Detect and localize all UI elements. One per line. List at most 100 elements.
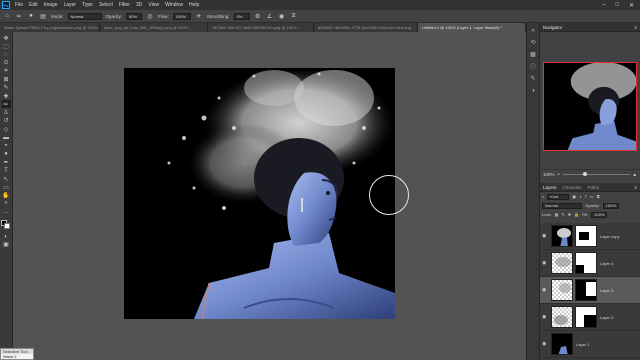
filter-shape-icon[interactable]: ▭: [590, 194, 594, 199]
document-canvas[interactable]: [124, 68, 395, 319]
blend-mode-select[interactable]: Normal: [542, 202, 582, 209]
eraser-tool-icon[interactable]: ◇: [2, 125, 11, 133]
canvas-area[interactable]: [13, 32, 526, 348]
layer-name[interactable]: Layer copy: [600, 234, 620, 239]
layer-mask-thumbnail[interactable]: [575, 225, 597, 247]
clone-stamp-tool-icon[interactable]: ♙: [2, 109, 11, 117]
doc-tab-active[interactable]: Untitled-1 @ 100% (Layer 1, Layer Mask/8…: [418, 23, 526, 32]
layers-menu-icon[interactable]: ≡: [634, 185, 637, 190]
brush-preset-icon[interactable]: ✏: [15, 12, 23, 20]
fill-input[interactable]: 100%: [591, 211, 608, 218]
menu-type[interactable]: Type: [79, 2, 96, 8]
menu-help[interactable]: Help: [186, 2, 202, 8]
kind-filter-select[interactable]: Kind: [547, 193, 570, 200]
smoothing-input[interactable]: 0%: [233, 12, 250, 20]
menu-select[interactable]: Select: [96, 2, 116, 8]
layer-row[interactable]: ◉ Layer 2: [540, 304, 640, 331]
layer-thumbnail[interactable]: [551, 333, 573, 355]
zoom-value[interactable]: 100%: [543, 172, 555, 177]
zoom-out-icon[interactable]: ▵: [558, 171, 560, 177]
shape-tool-icon[interactable]: ▭: [2, 183, 11, 191]
lock-position-icon[interactable]: ✥: [568, 212, 571, 217]
menu-view[interactable]: View: [145, 2, 162, 8]
layer-name[interactable]: Layer 3: [600, 288, 613, 293]
crop-tool-icon[interactable]: ⌗: [2, 67, 11, 75]
blur-tool-icon[interactable]: ◓: [2, 142, 11, 150]
brush-settings-icon[interactable]: ▤: [39, 12, 47, 20]
visibility-eye-icon[interactable]: ◉: [542, 314, 548, 320]
screen-mode-icon[interactable]: ▣: [2, 241, 11, 249]
navigator-view-box[interactable]: [543, 62, 637, 151]
layer-thumbnail[interactable]: [551, 306, 573, 328]
layer-name[interactable]: Layer 4: [600, 261, 613, 266]
color-swatches[interactable]: [1, 219, 11, 230]
lock-paint-icon[interactable]: ✎: [561, 212, 564, 217]
lasso-tool-icon[interactable]: ◌: [2, 51, 11, 59]
filter-adjust-icon[interactable]: ◑: [579, 194, 581, 199]
close-icon[interactable]: ✕: [629, 2, 634, 9]
layer-thumbnail[interactable]: [551, 279, 573, 301]
healing-tool-icon[interactable]: ✚: [2, 92, 11, 100]
layer-name[interactable]: Layer 1: [576, 342, 589, 347]
mode-select[interactable]: Normal: [67, 12, 102, 20]
tab-layers[interactable]: Layers: [543, 185, 557, 190]
layer-mask-thumbnail[interactable]: [575, 252, 597, 274]
filter-smart-icon[interactable]: ⧉: [597, 194, 600, 199]
doc-tab-1[interactable]: Water Splash PNGs 2 by pngchampion.png @…: [0, 23, 100, 32]
layer-opacity-input[interactable]: 100%: [602, 202, 619, 209]
filter-type-icon[interactable]: T: [584, 194, 586, 199]
home-icon[interactable]: ⌂: [3, 12, 11, 20]
quick-select-tool-icon[interactable]: ⊙: [2, 59, 11, 67]
menu-window[interactable]: Window: [162, 2, 186, 8]
lock-pixels-icon[interactable]: ▦: [555, 212, 559, 217]
zoom-in-icon[interactable]: ▲: [633, 172, 637, 177]
symmetry-icon[interactable]: ⧖: [290, 12, 298, 20]
doc-tab-4[interactable]: 8f2a5d0~4b0405c-4778-9ccf-83e-4b9cc2cc1f…: [314, 23, 418, 32]
layer-row[interactable]: ◉ Layer 4: [540, 250, 640, 277]
menu-image[interactable]: Image: [41, 2, 61, 8]
collapse-icon[interactable]: «: [529, 26, 538, 35]
more-tools-icon[interactable]: …: [2, 208, 11, 216]
dodge-tool-icon[interactable]: ●: [2, 150, 11, 158]
layer-thumbnail[interactable]: [551, 252, 573, 274]
visibility-eye-icon[interactable]: ◉: [542, 260, 548, 266]
properties-icon[interactable]: ▦: [529, 50, 538, 59]
panel-menu-icon[interactable]: ≡: [634, 25, 637, 30]
pressure-size-icon[interactable]: ◉: [278, 12, 286, 20]
brush-size-icon[interactable]: ●: [27, 12, 35, 20]
path-select-tool-icon[interactable]: ↖: [2, 175, 11, 183]
tab-paths[interactable]: Paths: [588, 185, 600, 190]
flow-input[interactable]: 100%: [172, 12, 191, 20]
opacity-input[interactable]: 60%: [126, 12, 143, 20]
type-tool-icon[interactable]: T: [2, 167, 11, 175]
layer-row-selected[interactable]: ◉ Layer 3: [540, 277, 640, 304]
doc-tab-2[interactable]: apex_png_by_mau_AVL_8Sbb(p).png @ 100% .…: [100, 23, 208, 32]
zoom-slider-knob[interactable]: [582, 171, 587, 176]
navigator-tab[interactable]: Navigator: [543, 25, 562, 30]
layer-name[interactable]: Layer 2: [600, 315, 613, 320]
layer-thumbnail[interactable]: [551, 225, 573, 247]
menu-edit[interactable]: Edit: [26, 2, 41, 8]
brush-panel-icon[interactable]: ✎: [529, 74, 538, 83]
marquee-tool-icon[interactable]: ⬚: [2, 42, 11, 50]
visibility-eye-icon[interactable]: ◉: [542, 233, 548, 239]
adjustments-icon[interactable]: ◑: [529, 86, 538, 95]
pen-tool-icon[interactable]: ✒: [2, 158, 11, 166]
menu-layer[interactable]: Layer: [61, 2, 80, 8]
filter-pixel-icon[interactable]: ▣: [572, 194, 576, 199]
frame-tool-icon[interactable]: ⊠: [2, 75, 11, 83]
layer-row[interactable]: ◉ Layer 1: [540, 331, 640, 358]
zoom-slider[interactable]: [562, 171, 630, 176]
visibility-eye-icon[interactable]: ◉: [542, 341, 548, 347]
gear-icon[interactable]: ⚙: [254, 12, 262, 20]
quick-mask-icon[interactable]: ◐: [2, 233, 11, 241]
layer-mask-thumbnail[interactable]: [575, 279, 597, 301]
layer-row[interactable]: ◉ Layer copy: [540, 223, 640, 250]
background-color-swatch[interactable]: [4, 222, 10, 229]
tab-channels[interactable]: Channels: [563, 185, 582, 190]
menu-file[interactable]: File: [12, 2, 26, 8]
move-tool-icon[interactable]: ✥: [2, 34, 11, 42]
menu-filter[interactable]: Filter: [116, 2, 133, 8]
layer-mask-thumbnail[interactable]: [575, 306, 597, 328]
eyedropper-tool-icon[interactable]: ✎: [2, 84, 11, 92]
